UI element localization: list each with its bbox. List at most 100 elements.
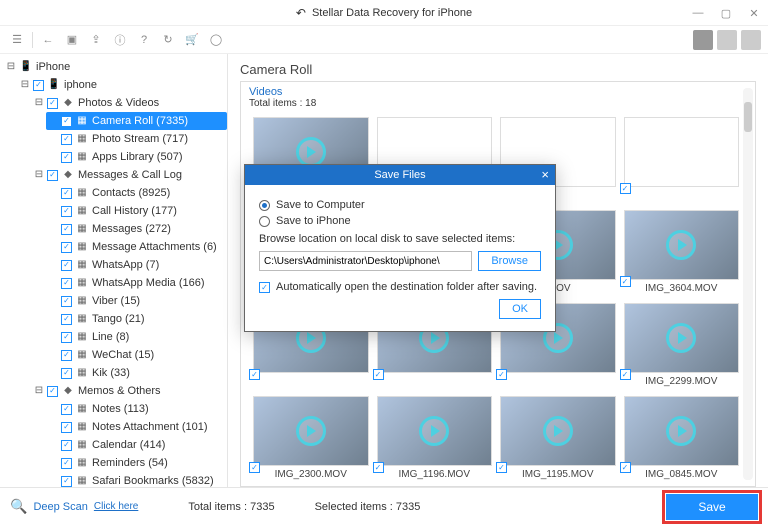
tree-item[interactable]: ✓▦Notes Attachment (101) <box>46 418 227 436</box>
save-button[interactable]: Save <box>666 494 758 520</box>
tree-item[interactable]: ✓▦Contacts (8925) <box>46 184 227 202</box>
thumbnail-item[interactable]: ✓ <box>624 117 740 204</box>
thumb-checkbox[interactable]: ✓ <box>249 462 260 473</box>
tree-item[interactable]: ✓▦Calendar (414) <box>46 436 227 454</box>
tree-item[interactable]: ✓▦Camera Roll (7335) <box>46 112 227 130</box>
checkbox-icon[interactable]: ✓ <box>61 422 72 433</box>
thumb-checkbox[interactable]: ✓ <box>496 462 507 473</box>
ok-button[interactable]: OK <box>499 299 541 319</box>
tree-item[interactable]: ✓▦Line (8) <box>46 328 227 346</box>
selected-items-label: Selected items : 7335 <box>315 501 421 513</box>
checkbox-icon[interactable]: ✓ <box>61 404 72 415</box>
checkbox-icon[interactable]: ✓ <box>61 368 72 379</box>
play-icon <box>666 230 696 260</box>
checkbox-icon[interactable]: ✓ <box>61 440 72 451</box>
total-items-label: Total items : 7335 <box>188 501 274 513</box>
user-icon[interactable]: ◯ <box>205 29 227 51</box>
radio-save-iphone[interactable]: Save to iPhone <box>259 215 541 227</box>
tree-item[interactable]: ✓▦Message Attachments (6) <box>46 238 227 256</box>
back-icon[interactable]: ← <box>37 29 59 51</box>
tree-item[interactable]: ✓▦WeChat (15) <box>46 346 227 364</box>
checkbox-icon[interactable]: ✓ <box>61 242 72 253</box>
close-button[interactable]: ✕ <box>740 0 768 26</box>
checkbox-icon[interactable]: ✓ <box>61 116 72 127</box>
thumb-caption <box>253 376 369 390</box>
minimize-button[interactable]: — <box>684 0 712 26</box>
checkbox-icon[interactable]: ✓ <box>61 350 72 361</box>
path-input[interactable] <box>259 251 472 271</box>
thumb-checkbox[interactable]: ✓ <box>496 369 507 380</box>
auto-open-checkbox[interactable]: ✓Automatically open the destination fold… <box>259 281 541 293</box>
browse-button[interactable]: Browse <box>478 251 541 271</box>
checkbox-icon[interactable]: ✓ <box>61 260 72 271</box>
radio-save-computer[interactable]: Save to Computer <box>259 199 541 211</box>
tree-item[interactable]: ✓▦Messages (272) <box>46 220 227 238</box>
deepscan-link[interactable]: Click here <box>94 501 138 512</box>
tree-item[interactable]: ✓▦Photo Stream (717) <box>46 130 227 148</box>
tree-item[interactable]: ✓▦WhatsApp (7) <box>46 256 227 274</box>
tree-item[interactable]: ✓▦Notes (113) <box>46 400 227 418</box>
cart-icon[interactable]: 🛒 <box>181 29 203 51</box>
checkbox-icon[interactable]: ✓ <box>61 458 72 469</box>
checkbox-icon[interactable]: ✓ <box>61 332 72 343</box>
dialog-close-icon[interactable]: × <box>541 167 549 182</box>
tree-item[interactable]: ✓▦Kik (33) <box>46 364 227 382</box>
info-icon[interactable]: ⓘ <box>109 29 131 51</box>
thumb-checkbox[interactable]: ✓ <box>620 462 631 473</box>
tree-item[interactable]: ✓▦Tango (21) <box>46 310 227 328</box>
tree-item[interactable]: ✓▦Apps Library (507) <box>46 148 227 166</box>
save-icon[interactable]: ▣ <box>61 29 83 51</box>
checkbox-icon[interactable]: ✓ <box>47 170 58 181</box>
checkbox-icon[interactable]: ✓ <box>61 278 72 289</box>
list-view-icon[interactable] <box>717 30 737 50</box>
scrollbar[interactable] <box>743 88 753 480</box>
checkbox-icon[interactable]: ✓ <box>61 224 72 235</box>
menu-icon[interactable]: ☰ <box>6 29 28 51</box>
checkbox-icon[interactable]: ✓ <box>61 152 72 163</box>
tree-item[interactable]: ✓▦Viber (15) <box>46 292 227 310</box>
thumbnail-item[interactable]: ✓ IMG_3604.MOV <box>624 210 740 297</box>
checkbox-icon[interactable]: ✓ <box>61 476 72 487</box>
tree-group[interactable]: ⊟✓◆Messages & Call Log <box>32 166 227 184</box>
tree-group[interactable]: ⊟✓◆Memos & Others <box>32 382 227 400</box>
checkbox-icon[interactable]: ✓ <box>61 188 72 199</box>
scrollbar-thumb[interactable] <box>744 102 752 132</box>
thumbnail-item[interactable]: ✓ IMG_1195.MOV <box>500 396 616 483</box>
thumbnail-item[interactable]: ✓ IMG_1196.MOV <box>377 396 493 483</box>
thumb-caption <box>624 190 740 204</box>
dialog-titlebar[interactable]: Save Files × <box>245 165 555 185</box>
device-tree[interactable]: ⊟📱iPhone⊟✓📱iphone⊟✓◆Photos & Videos✓▦Cam… <box>0 54 228 487</box>
play-icon <box>543 416 573 446</box>
checkbox-icon[interactable]: ✓ <box>61 314 72 325</box>
grid-view-icon[interactable] <box>693 30 713 50</box>
maximize-button[interactable]: ▢ <box>712 0 740 26</box>
checkbox-icon[interactable]: ✓ <box>61 134 72 145</box>
app-title: Stellar Data Recovery for iPhone <box>312 7 472 19</box>
thumbnail-item[interactable]: ✓ IMG_2300.MOV <box>253 396 369 483</box>
export-icon[interactable]: ⇪ <box>85 29 107 51</box>
checkbox-icon[interactable]: ✓ <box>61 296 72 307</box>
tree-item[interactable]: ✓▦WhatsApp Media (166) <box>46 274 227 292</box>
thumb-checkbox[interactable]: ✓ <box>373 462 384 473</box>
thumb-checkbox[interactable]: ✓ <box>620 183 631 194</box>
checkbox-icon[interactable]: ✓ <box>47 98 58 109</box>
refresh-icon[interactable]: ↻ <box>157 29 179 51</box>
tree-item[interactable]: ✓▦Call History (177) <box>46 202 227 220</box>
tree-item[interactable]: ✓▦Safari Bookmarks (5832) <box>46 472 227 487</box>
checkbox-icon[interactable]: ✓ <box>33 80 44 91</box>
thumb-checkbox[interactable]: ✓ <box>373 369 384 380</box>
thumb-checkbox[interactable]: ✓ <box>620 276 631 287</box>
tree-root-node[interactable]: ⊟📱iPhone <box>4 58 227 76</box>
thumbnail-item[interactable]: ✓ IMG_0845.MOV <box>624 396 740 483</box>
tree-group[interactable]: ⊟✓◆Photos & Videos <box>32 94 227 112</box>
checkbox-icon[interactable]: ✓ <box>61 206 72 217</box>
content-heading: Camera Roll <box>240 62 756 77</box>
tree-device-node[interactable]: ⊟✓📱iphone <box>18 76 227 94</box>
thumb-checkbox[interactable]: ✓ <box>620 369 631 380</box>
detail-view-icon[interactable] <box>741 30 761 50</box>
thumb-checkbox[interactable]: ✓ <box>249 369 260 380</box>
help-icon[interactable]: ? <box>133 29 155 51</box>
tree-item[interactable]: ✓▦Reminders (54) <box>46 454 227 472</box>
checkbox-icon[interactable]: ✓ <box>47 386 58 397</box>
thumbnail-item[interactable]: ✓ IMG_2299.MOV <box>624 303 740 390</box>
